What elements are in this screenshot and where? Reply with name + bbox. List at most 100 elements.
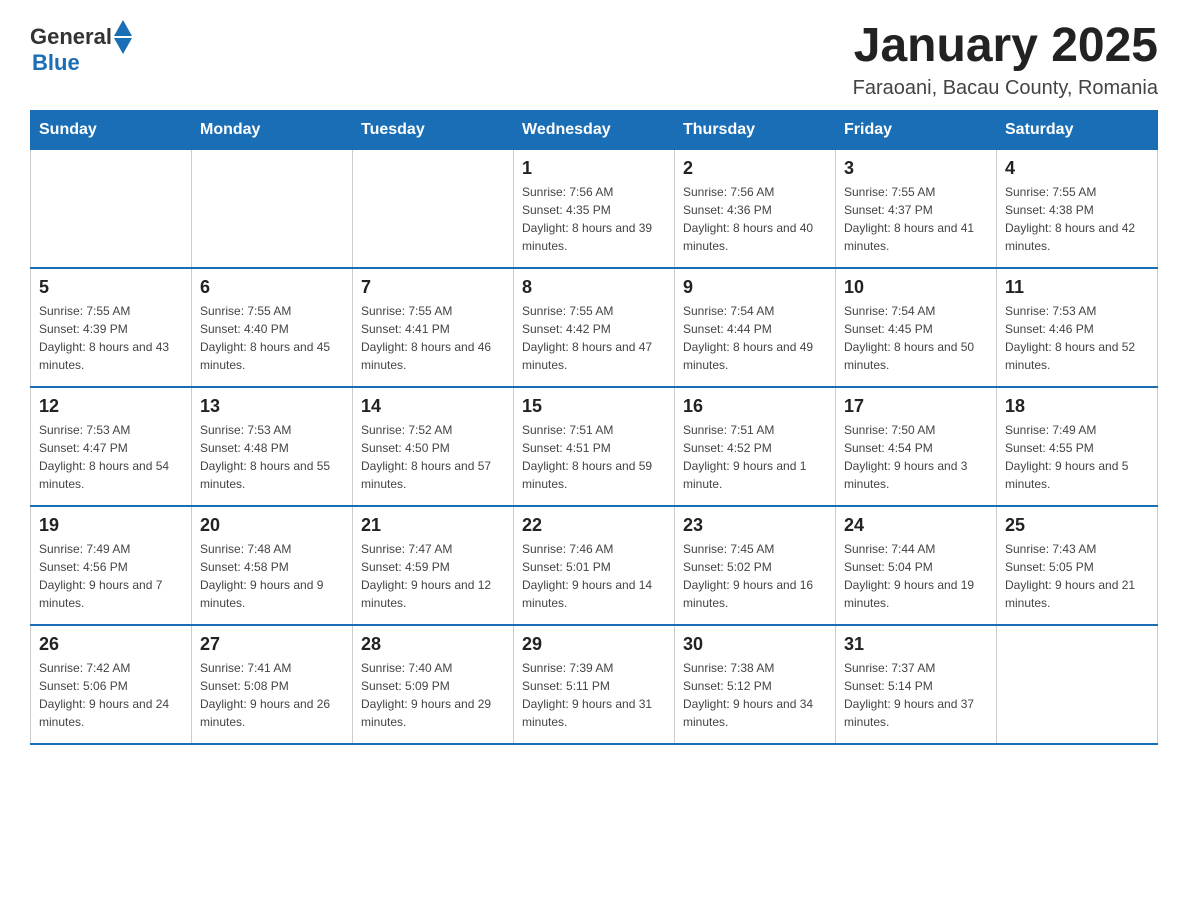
day-number: 16 [683,396,827,417]
calendar-cell-w3-d4: 15 Sunrise: 7:51 AM Sunset: 4:51 PM Dayli… [514,387,675,506]
day-number: 4 [1005,158,1149,179]
day-number: 24 [844,515,988,536]
calendar-cell-w2-d7: 11 Sunrise: 7:53 AM Sunset: 4:46 PM Dayli… [997,268,1158,387]
title-section: January 2025 Faraoani, Bacau County, Rom… [853,20,1158,100]
day-number: 11 [1005,277,1149,298]
day-info: Sunrise: 7:55 AM Sunset: 4:38 PM Dayligh… [1005,183,1149,255]
day-info: Sunrise: 7:51 AM Sunset: 4:52 PM Dayligh… [683,421,827,493]
day-number: 29 [522,634,666,655]
calendar-cell-w4-d6: 24 Sunrise: 7:44 AM Sunset: 5:04 PM Dayli… [836,506,997,625]
day-info: Sunrise: 7:39 AM Sunset: 5:11 PM Dayligh… [522,659,666,731]
calendar-week-1: 1Sunrise: 7:56 AM Sunset: 4:35 PM Daylig… [31,149,1158,268]
header-sunday: Sunday [31,110,192,149]
calendar-cell-w1-d1 [31,149,192,268]
day-info: Sunrise: 7:54 AM Sunset: 4:45 PM Dayligh… [844,302,988,374]
logo-text-general: General [30,24,112,50]
day-info: Sunrise: 7:42 AM Sunset: 5:06 PM Dayligh… [39,659,183,731]
calendar-cell-w4-d5: 23 Sunrise: 7:45 AM Sunset: 5:02 PM Dayli… [675,506,836,625]
calendar-cell-w2-d5: 9 Sunrise: 7:54 AM Sunset: 4:44 PM Daylig… [675,268,836,387]
calendar-cell-w5-d6: 31 Sunrise: 7:37 AM Sunset: 5:14 PM Dayli… [836,625,997,744]
calendar-week-5: 26 Sunrise: 7:42 AM Sunset: 5:06 PM Dayli… [31,625,1158,744]
day-number: 26 [39,634,183,655]
day-info: Sunrise: 7:56 AM Sunset: 4:36 PM Dayligh… [683,183,827,255]
day-number: 31 [844,634,988,655]
day-number: 8 [522,277,666,298]
header-tuesday: Tuesday [353,110,514,149]
calendar-cell-w5-d1: 26 Sunrise: 7:42 AM Sunset: 5:06 PM Dayli… [31,625,192,744]
calendar-cell-w3-d6: 17Sunrise: 7:50 AM Sunset: 4:54 PM Dayli… [836,387,997,506]
day-number: 20 [200,515,344,536]
calendar-cell-w5-d5: 30Sunrise: 7:38 AM Sunset: 5:12 PM Dayli… [675,625,836,744]
day-info: Sunrise: 7:49 AM Sunset: 4:56 PM Dayligh… [39,540,183,612]
calendar-table: Sunday Monday Tuesday Wednesday Thursday… [30,110,1158,745]
day-number: 13 [200,396,344,417]
header-monday: Monday [192,110,353,149]
day-info: Sunrise: 7:51 AM Sunset: 4:51 PM Dayligh… [522,421,666,493]
calendar-cell-w3-d2: 13 Sunrise: 7:53 AM Sunset: 4:48 PM Dayli… [192,387,353,506]
day-number: 25 [1005,515,1149,536]
day-info: Sunrise: 7:55 AM Sunset: 4:37 PM Dayligh… [844,183,988,255]
header-wednesday: Wednesday [514,110,675,149]
calendar-cell-w2-d2: 6 Sunrise: 7:55 AM Sunset: 4:40 PM Daylig… [192,268,353,387]
calendar-week-2: 5 Sunrise: 7:55 AM Sunset: 4:39 PM Daylig… [31,268,1158,387]
day-info: Sunrise: 7:46 AM Sunset: 5:01 PM Dayligh… [522,540,666,612]
header-saturday: Saturday [997,110,1158,149]
calendar-cell-w4-d1: 19Sunrise: 7:49 AM Sunset: 4:56 PM Dayli… [31,506,192,625]
calendar-title: January 2025 [853,20,1158,73]
logo: General Blue [30,20,132,76]
day-number: 3 [844,158,988,179]
calendar-cell-w3-d5: 16 Sunrise: 7:51 AM Sunset: 4:52 PM Dayli… [675,387,836,506]
day-number: 5 [39,277,183,298]
day-info: Sunrise: 7:49 AM Sunset: 4:55 PM Dayligh… [1005,421,1149,493]
day-info: Sunrise: 7:53 AM Sunset: 4:46 PM Dayligh… [1005,302,1149,374]
day-info: Sunrise: 7:37 AM Sunset: 5:14 PM Dayligh… [844,659,988,731]
day-number: 15 [522,396,666,417]
calendar-cell-w3-d3: 14Sunrise: 7:52 AM Sunset: 4:50 PM Dayli… [353,387,514,506]
calendar-cell-w1-d3 [353,149,514,268]
day-number: 21 [361,515,505,536]
day-info: Sunrise: 7:55 AM Sunset: 4:41 PM Dayligh… [361,302,505,374]
calendar-cell-w1-d6: 3 Sunrise: 7:55 AM Sunset: 4:37 PM Daylig… [836,149,997,268]
calendar-cell-w4-d2: 20 Sunrise: 7:48 AM Sunset: 4:58 PM Dayli… [192,506,353,625]
calendar-subtitle: Faraoani, Bacau County, Romania [853,77,1158,100]
day-number: 17 [844,396,988,417]
calendar-cell-w1-d7: 4 Sunrise: 7:55 AM Sunset: 4:38 PM Daylig… [997,149,1158,268]
day-number: 23 [683,515,827,536]
day-number: 7 [361,277,505,298]
day-info: Sunrise: 7:38 AM Sunset: 5:12 PM Dayligh… [683,659,827,731]
calendar-cell-w2-d3: 7 Sunrise: 7:55 AM Sunset: 4:41 PM Daylig… [353,268,514,387]
day-info: Sunrise: 7:53 AM Sunset: 4:47 PM Dayligh… [39,421,183,493]
day-number: 14 [361,396,505,417]
calendar-cell-w5-d4: 29 Sunrise: 7:39 AM Sunset: 5:11 PM Dayli… [514,625,675,744]
page-header: General Blue January 2025 Faraoani, Baca… [30,20,1158,100]
calendar-header-row: Sunday Monday Tuesday Wednesday Thursday… [31,110,1158,149]
day-info: Sunrise: 7:41 AM Sunset: 5:08 PM Dayligh… [200,659,344,731]
day-number: 10 [844,277,988,298]
day-info: Sunrise: 7:45 AM Sunset: 5:02 PM Dayligh… [683,540,827,612]
day-info: Sunrise: 7:44 AM Sunset: 5:04 PM Dayligh… [844,540,988,612]
day-info: Sunrise: 7:56 AM Sunset: 4:35 PM Dayligh… [522,183,666,255]
calendar-week-3: 12Sunrise: 7:53 AM Sunset: 4:47 PM Dayli… [31,387,1158,506]
calendar-cell-w5-d7 [997,625,1158,744]
day-info: Sunrise: 7:47 AM Sunset: 4:59 PM Dayligh… [361,540,505,612]
day-info: Sunrise: 7:43 AM Sunset: 5:05 PM Dayligh… [1005,540,1149,612]
day-number: 6 [200,277,344,298]
day-number: 18 [1005,396,1149,417]
day-info: Sunrise: 7:54 AM Sunset: 4:44 PM Dayligh… [683,302,827,374]
day-info: Sunrise: 7:55 AM Sunset: 4:42 PM Dayligh… [522,302,666,374]
header-thursday: Thursday [675,110,836,149]
calendar-cell-w2-d1: 5 Sunrise: 7:55 AM Sunset: 4:39 PM Daylig… [31,268,192,387]
calendar-cell-w4-d3: 21 Sunrise: 7:47 AM Sunset: 4:59 PM Dayli… [353,506,514,625]
day-info: Sunrise: 7:40 AM Sunset: 5:09 PM Dayligh… [361,659,505,731]
day-number: 22 [522,515,666,536]
calendar-cell-w1-d2 [192,149,353,268]
day-number: 9 [683,277,827,298]
calendar-cell-w4-d4: 22 Sunrise: 7:46 AM Sunset: 5:01 PM Dayli… [514,506,675,625]
logo-text-blue: Blue [32,50,80,76]
day-info: Sunrise: 7:53 AM Sunset: 4:48 PM Dayligh… [200,421,344,493]
calendar-cell-w2-d4: 8 Sunrise: 7:55 AM Sunset: 4:42 PM Daylig… [514,268,675,387]
calendar-cell-w5-d3: 28Sunrise: 7:40 AM Sunset: 5:09 PM Dayli… [353,625,514,744]
day-info: Sunrise: 7:48 AM Sunset: 4:58 PM Dayligh… [200,540,344,612]
day-info: Sunrise: 7:55 AM Sunset: 4:40 PM Dayligh… [200,302,344,374]
day-info: Sunrise: 7:55 AM Sunset: 4:39 PM Dayligh… [39,302,183,374]
